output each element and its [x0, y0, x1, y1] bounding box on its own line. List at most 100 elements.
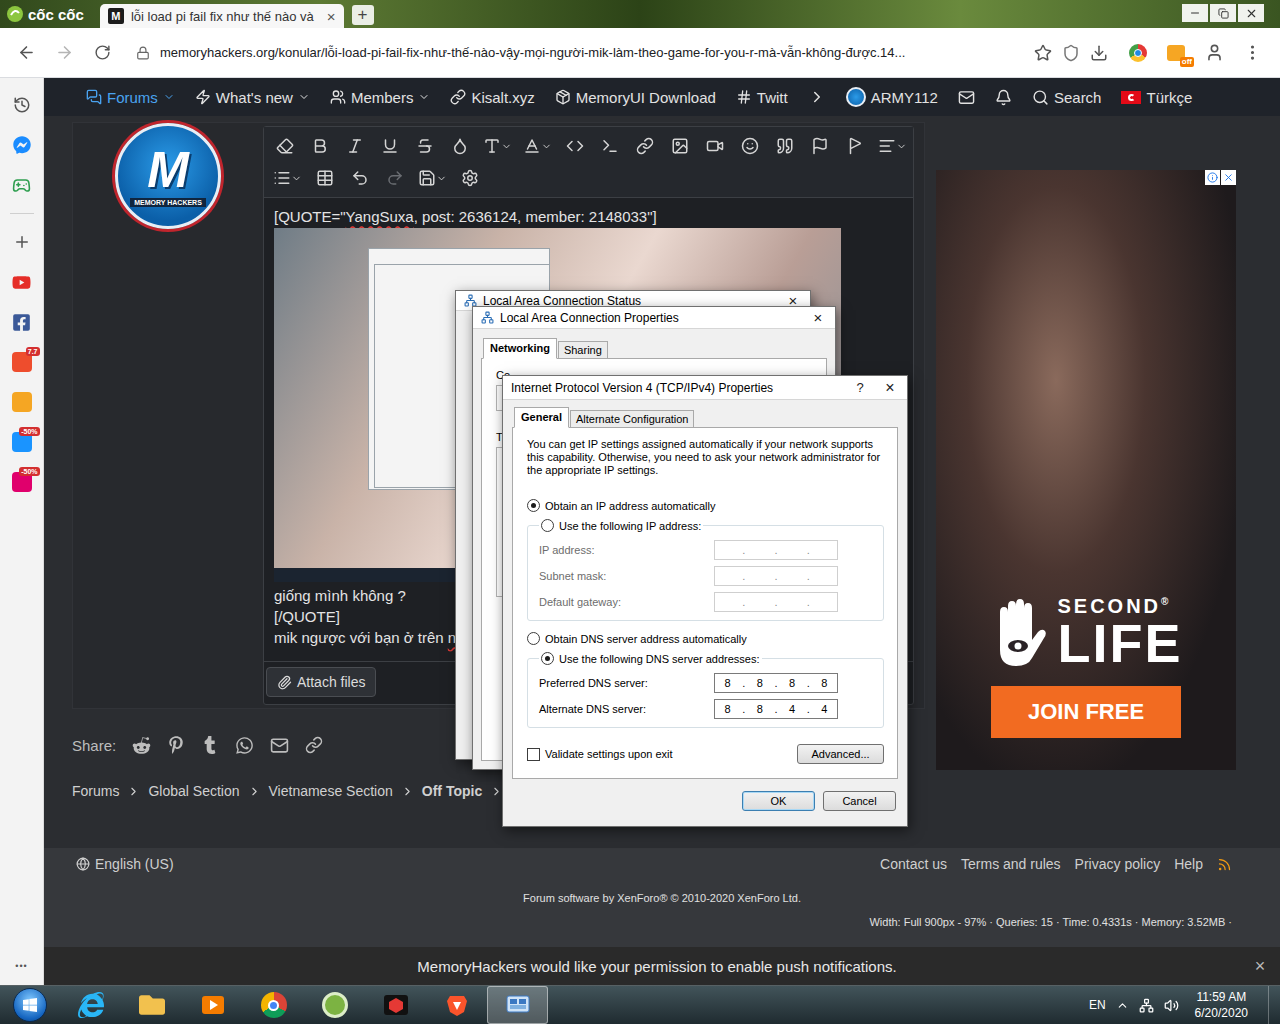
footer-link[interactable]: Privacy policy	[1075, 856, 1161, 872]
sidebar-item[interactable]	[0, 165, 44, 205]
dialog-tab[interactable]: Sharing	[558, 341, 608, 359]
ip-manual-option[interactable]: Use the following IP address:	[541, 517, 701, 534]
dialog-tab[interactable]: General	[514, 407, 569, 428]
language-chooser[interactable]: English (US)	[76, 856, 174, 872]
inline-spoiler-button[interactable]	[837, 130, 872, 162]
nav-item[interactable]: Kisalt.xyz	[450, 89, 534, 106]
nav-scroll-right-icon[interactable]	[808, 88, 826, 106]
taskbar-app[interactable]	[243, 986, 304, 1024]
dialog-tab[interactable]: Networking	[483, 338, 557, 359]
nav-item[interactable]: What's new	[195, 89, 310, 106]
reload-button[interactable]	[86, 37, 118, 69]
volume-icon[interactable]	[1164, 998, 1179, 1013]
nav-item[interactable]: Members	[330, 89, 431, 106]
window-close-button[interactable]: ×	[877, 379, 903, 397]
rss-icon[interactable]	[1217, 857, 1232, 872]
minimize-button[interactable]	[1182, 4, 1208, 22]
email-icon[interactable]	[270, 736, 289, 755]
emoji-button[interactable]	[732, 130, 767, 162]
radio-button[interactable]	[527, 632, 540, 645]
download-icon[interactable]	[1090, 44, 1108, 62]
taskbar-app[interactable]	[121, 986, 182, 1024]
ip-input[interactable]: 8.8.8.8	[714, 673, 838, 693]
help-button[interactable]: ?	[847, 379, 873, 397]
font-size-button[interactable]	[517, 130, 557, 162]
validate-checkbox-row[interactable]: Validate settings upon exit	[527, 746, 673, 763]
taskbar-app[interactable]	[365, 986, 426, 1024]
tab-close-button[interactable]: ×	[321, 8, 336, 25]
ip-input[interactable]: 8.8.4.4	[714, 699, 838, 719]
restore-button[interactable]	[1210, 4, 1236, 22]
footer-link[interactable]: Terms and rules	[961, 856, 1061, 872]
underline-button[interactable]	[372, 130, 407, 162]
language-button[interactable]: Türkçe	[1121, 89, 1192, 106]
table-button[interactable]	[307, 162, 342, 194]
sidebar-item[interactable]	[0, 125, 44, 165]
octet[interactable]: 8	[812, 677, 837, 690]
new-tab-button[interactable]: +	[352, 5, 374, 25]
taskbar-app[interactable]	[60, 986, 121, 1024]
tumblr-icon[interactable]	[201, 736, 219, 754]
breadcrumb-item[interactable]: Forums	[72, 783, 119, 799]
back-button[interactable]	[10, 37, 42, 69]
clock[interactable]: 11:59 AM6/20/2020	[1189, 989, 1254, 1021]
link-button[interactable]	[627, 130, 662, 162]
show-hidden-icons-icon[interactable]	[1116, 999, 1129, 1012]
nav-item[interactable]: Forums	[86, 89, 175, 106]
taskbar-app[interactable]	[304, 986, 365, 1024]
user-menu[interactable]: ARMY112	[846, 87, 938, 107]
taskbar-app[interactable]	[426, 986, 487, 1024]
shield-icon[interactable]	[1062, 44, 1080, 62]
quote-button[interactable]	[767, 130, 802, 162]
browser-tab[interactable]: Mlỗi load pi fail fix như thế nào và×	[100, 4, 344, 28]
taskbar-app[interactable]	[487, 986, 548, 1024]
show-desktop-button[interactable]	[1268, 986, 1280, 1024]
footer-link[interactable]: Help	[1174, 856, 1203, 872]
cancel-button[interactable]: Cancel	[823, 791, 896, 811]
whatsapp-icon[interactable]	[235, 736, 254, 755]
sidebar-item[interactable]	[0, 382, 44, 422]
media-button[interactable]	[697, 130, 732, 162]
url-field[interactable]: memoryhackers.org/konular/lỗi-load-pi-fa…	[124, 35, 1116, 71]
octet[interactable]: 4	[812, 703, 837, 716]
footer-link[interactable]: Contact us	[880, 856, 947, 872]
inbox-icon[interactable]	[958, 89, 975, 106]
dns-manual-option[interactable]: Use the following DNS server addresses:	[541, 650, 760, 667]
ok-button[interactable]: OK	[742, 791, 815, 811]
octet[interactable]: 8	[715, 677, 740, 690]
network-tray-icon[interactable]	[1139, 998, 1154, 1013]
radio-button[interactable]	[541, 652, 554, 665]
input-language[interactable]: EN	[1089, 998, 1106, 1012]
sidebar-item[interactable]	[0, 302, 44, 342]
breadcrumb-item[interactable]: Global Section	[148, 783, 239, 799]
sidebar-item[interactable]	[0, 262, 44, 302]
dialog-tab[interactable]: Alternate Configuration	[570, 410, 695, 428]
member-avatar[interactable]: MMEMORY HACKERS	[115, 123, 221, 229]
text-color-button[interactable]	[442, 130, 477, 162]
join-free-button[interactable]: JOIN FREE	[991, 686, 1181, 738]
radio-button[interactable]	[541, 519, 554, 532]
undo-button[interactable]	[342, 162, 377, 194]
bold-button[interactable]	[302, 130, 337, 162]
window-close-button[interactable]: ×	[805, 309, 831, 327]
nav-item[interactable]: MemoryUI Download	[555, 89, 716, 106]
sidebar-item[interactable]	[0, 85, 44, 125]
reddit-icon[interactable]	[132, 736, 151, 755]
radio-button[interactable]	[527, 499, 540, 512]
sidebar-item[interactable]	[0, 222, 44, 262]
image-button[interactable]	[662, 130, 697, 162]
octet[interactable]: 8	[780, 677, 805, 690]
browser-menu-button[interactable]	[1236, 37, 1268, 69]
checkbox[interactable]	[527, 748, 540, 761]
ad-info-button[interactable]	[1205, 170, 1220, 185]
ad-close-button[interactable]	[1221, 170, 1236, 185]
link-icon[interactable]	[305, 736, 323, 754]
italic-button[interactable]	[337, 130, 372, 162]
font-family-button[interactable]	[477, 130, 517, 162]
code-button[interactable]	[557, 130, 592, 162]
inline-code-button[interactable]	[592, 130, 627, 162]
start-button[interactable]	[13, 988, 47, 1022]
octet[interactable]: 8	[715, 703, 740, 716]
sidebar-item[interactable]: -50%	[0, 422, 44, 462]
octet[interactable]: 8	[747, 677, 772, 690]
